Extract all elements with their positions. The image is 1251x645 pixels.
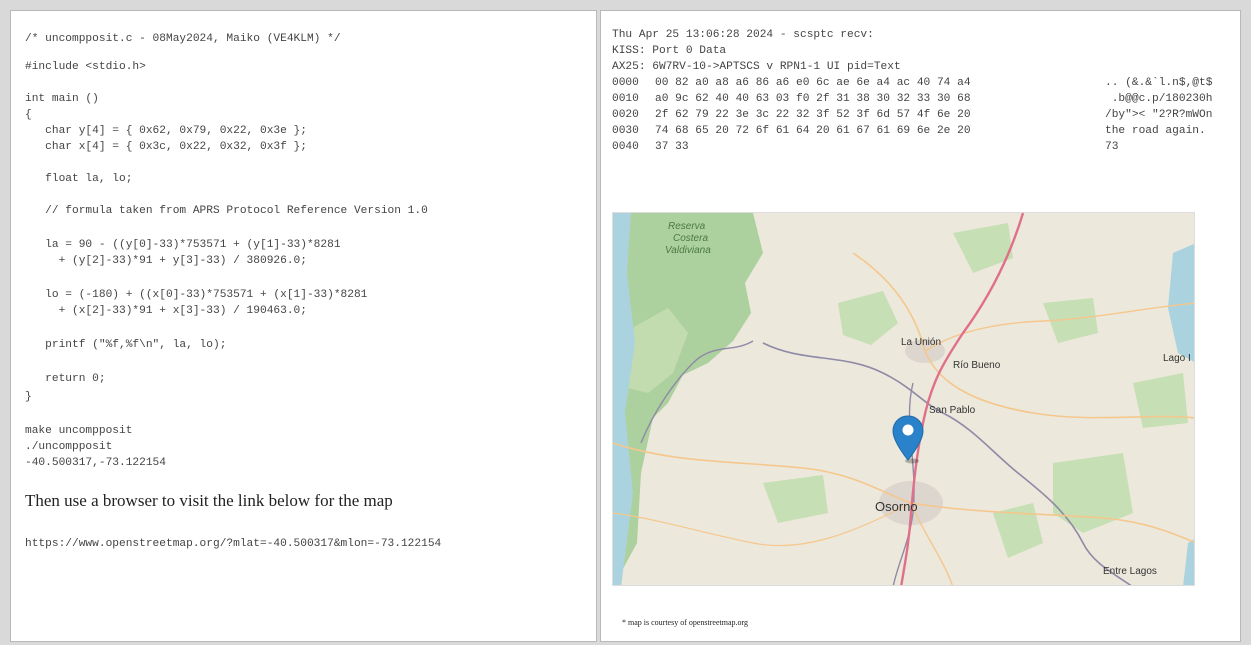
hex-bytes: a0 9c 62 40 40 63 03 f0 2f 31 38 30 32 3… (655, 93, 971, 105)
map-label-osorno: Osorno (875, 499, 918, 514)
code-line-return: return 0; (25, 373, 106, 385)
screenshot-frame: /* uncompposit.c - 08May2024, Maiko (VE4… (0, 0, 1251, 645)
hex-ascii: 73 (1105, 141, 1119, 153)
map-label-lago: Lago I (1163, 353, 1191, 364)
code-line-la-1: la = 90 - ((y[0]-33)*753571 + (y[1]-33)*… (25, 239, 341, 251)
hex-ascii: /by">< "2?R?mWOn (1105, 109, 1220, 121)
code-line-include: #include <stdio.h> (25, 61, 146, 73)
hex-offset: 0010 (612, 93, 639, 105)
map-label-costera: Costera (673, 233, 709, 244)
map-label-san-pablo: San Pablo (929, 405, 976, 416)
hex-offset: 0040 (612, 141, 639, 153)
hex-ascii: .b@@c.p/180230h (1105, 93, 1213, 105)
code-line-comment: /* uncompposit.c - 08May2024, Maiko (VE4… (25, 33, 341, 45)
hex-offset: 0000 (612, 77, 639, 89)
location-marker-icon[interactable] (891, 414, 925, 464)
map-label-rio-bueno: Río Bueno (953, 360, 1001, 371)
hex-bytes: 2f 62 79 22 3e 3c 22 32 3f 52 3f 6d 57 4… (655, 109, 971, 121)
code-line-float: float la, lo; (25, 173, 133, 185)
openstreetmap-link[interactable]: https://www.openstreetmap.org/?mlat=-40.… (25, 538, 441, 550)
code-line-formula-comment: // formula taken from APRS Protocol Refe… (25, 205, 428, 217)
map-tiles (613, 213, 1194, 585)
code-line-la-2: + (y[2]-33)*91 + y[3]-33) / 380926.0; (25, 255, 307, 267)
map-attribution: * map is courtesy of openstreetmap.org (622, 618, 749, 627)
code-line-main: int main () (25, 93, 99, 105)
browser-instruction: Then use a browser to visit the link bel… (25, 491, 393, 510)
code-line-printf: printf ("%f,%f\n", la, lo); (25, 339, 227, 351)
code-line-char-y: char y[4] = { 0x62, 0x79, 0x22, 0x3e }; (25, 125, 307, 137)
code-line-close-brace: } (25, 391, 32, 403)
terminal-line-output: -40.500317,-73.122154 (25, 457, 166, 469)
recv-header: Thu Apr 25 13:06:28 2024 - scsptc recv: (612, 29, 874, 41)
hex-offset: 0020 (612, 109, 639, 121)
hex-ascii: .. (&.&`l.n$,@t$ (1105, 77, 1213, 89)
map-label-entre-lagos: Entre Lagos (1103, 566, 1157, 577)
code-line-char-x: char x[4] = { 0x3c, 0x22, 0x32, 0x3f }; (25, 141, 307, 153)
code-panel: /* uncompposit.c - 08May2024, Maiko (VE4… (10, 10, 597, 642)
code-line-lo-2: + (x[2]-33)*91 + x[3]-33) / 190463.0; (25, 305, 307, 317)
map-label-reserva: Reserva (668, 221, 706, 232)
code-line-open-brace: { (25, 109, 32, 121)
kiss-line: KISS: Port 0 Data (612, 45, 727, 57)
ax25-line: AX25: 6W7RV-10->APTSCS v RPN1-1 UI pid=T… (612, 61, 901, 73)
hex-bytes: 00 82 a0 a8 a6 86 a6 e0 6c ae 6e a4 ac 4… (655, 77, 971, 89)
hex-ascii: the road again. (1105, 125, 1213, 137)
hex-offset: 0030 (612, 125, 639, 137)
map-label-la-union: La Unión (901, 337, 942, 348)
terminal-line-make: make uncompposit (25, 425, 133, 437)
packet-panel: Thu Apr 25 13:06:28 2024 - scsptc recv: … (600, 10, 1241, 642)
hex-bytes: 74 68 65 20 72 6f 61 64 20 61 67 61 69 6… (655, 125, 971, 137)
hex-bytes: 37 33 (655, 141, 689, 153)
map-label-valdiviana: Valdiviana (665, 245, 711, 256)
terminal-line-run: ./uncompposit (25, 441, 113, 453)
osm-map[interactable]: Reserva Costera Valdiviana La Unión Río … (612, 212, 1195, 586)
code-line-lo-1: lo = (-180) + ((x[0]-33)*753571 + (x[1]-… (25, 289, 368, 301)
